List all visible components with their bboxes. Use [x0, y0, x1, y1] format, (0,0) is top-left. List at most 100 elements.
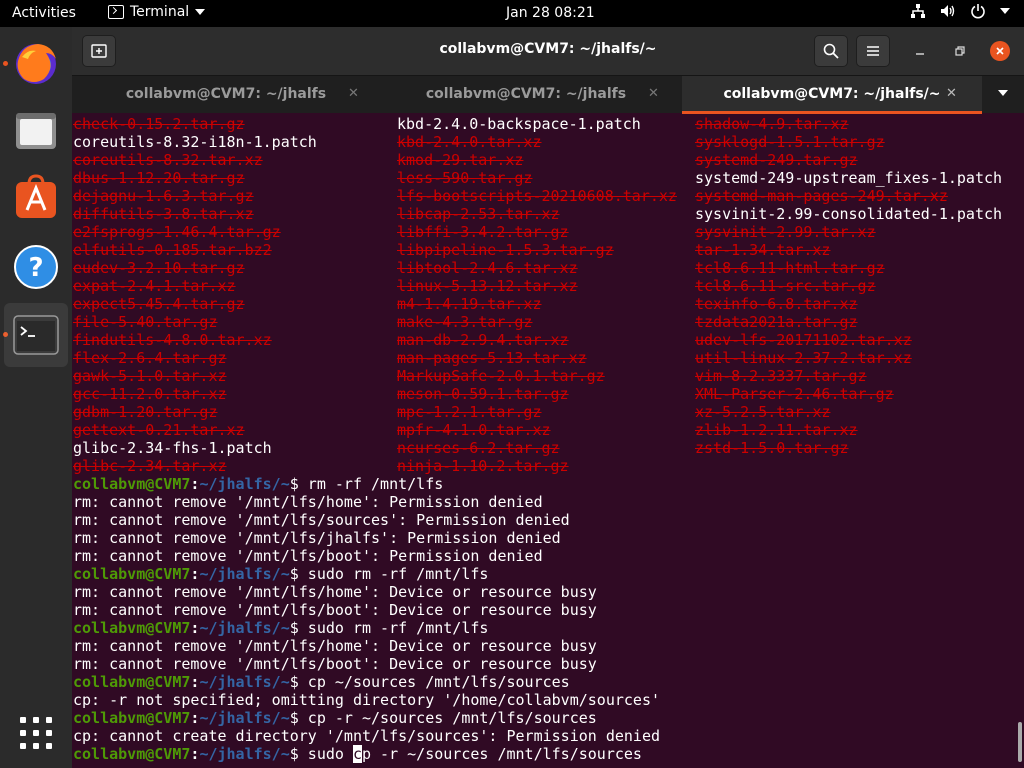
file-entry: zstd-1.5.0.tar.gz [695, 439, 849, 457]
file-entry: kbd-2.4.0-backspace-1.patch [397, 115, 641, 133]
text-cursor: c [352, 745, 362, 763]
dock-help[interactable]: ? [0, 235, 72, 299]
prompt-path: ~/jhalfs/~ [199, 745, 290, 763]
prompt-user: collabvm@CVM7 [73, 565, 191, 583]
network-icon [911, 4, 925, 18]
restore-icon [955, 46, 965, 56]
file-entry: sysvinit-2.99.tar.xz [695, 223, 876, 241]
header-bar[interactable]: collabvm@CVM7: ~/jhalfs/~ [72, 27, 1024, 75]
tab-3[interactable]: collabvm@CVM7: ~/jhalfs/~ ✕ [682, 76, 982, 114]
file-entry: ncurses-6.2.tar.gz [397, 439, 560, 457]
output-line: rm: cannot remove '/mnt/lfs/home': Devic… [73, 583, 597, 601]
file-entry: udev-lfs-20171102.tar.xz [695, 331, 912, 349]
tab-label: collabvm@CVM7: ~/jhalfs [125, 86, 327, 102]
file-entry: glibc-2.34.tar.xz [73, 457, 227, 475]
dock-software[interactable] [0, 165, 72, 229]
file-entry: e2fsprogs-1.46.4.tar.gz [73, 223, 281, 241]
power-icon [971, 4, 985, 19]
file-entry: kmod-29.tar.xz [397, 151, 524, 169]
tab-list-dropdown[interactable] [998, 90, 1008, 96]
file-entry: eudev-3.2.10.tar.gz [73, 259, 245, 277]
close-button[interactable] [990, 41, 1010, 61]
volume-icon [941, 5, 955, 17]
file-entry: file-5.40.tar.gz [73, 313, 218, 331]
file-entry: zlib-1.2.11.tar.xz [695, 421, 858, 439]
file-entry: shadow-4.9.tar.xz [695, 115, 849, 133]
file-entry: gettext-0.21.tar.xz [73, 421, 245, 439]
activities-button[interactable]: Activities [12, 5, 76, 21]
file-entry: ninja-1.10.2.tar.gz [397, 457, 569, 475]
command-text: rm -rf /mnt/lfs [298, 475, 444, 493]
file-entry: gdbm-1.20.tar.gz [73, 403, 218, 421]
prompt-user: collabvm@CVM7 [73, 745, 191, 763]
prompt-path: ~/jhalfs/~ [199, 565, 290, 583]
close-icon[interactable]: ✕ [348, 86, 359, 101]
app-menu[interactable]: Terminal [108, 4, 206, 20]
clock[interactable]: Jan 28 08:21 [506, 5, 595, 21]
file-entry: linux-5.13.12.tar.xz [397, 277, 578, 295]
search-button[interactable] [814, 35, 848, 67]
prompt-path: ~/jhalfs/~ [199, 709, 290, 727]
file-entry: findutils-4.8.0.tar.xz [73, 331, 272, 349]
file-entry: texinfo-6.8.tar.xz [695, 295, 858, 313]
tab-label: collabvm@CVM7: ~/jhalfs [425, 86, 627, 102]
output-line: rm: cannot remove '/mnt/lfs/boot': Devic… [73, 655, 597, 673]
maximize-button[interactable] [950, 41, 970, 61]
file-entry: diffutils-3.8.tar.xz [73, 205, 254, 223]
command-text: cp -r ~/sources /mnt/lfs/sources [298, 709, 597, 727]
top-bar: Activities Terminal Jan 28 08:21 [0, 0, 1024, 27]
minimize-button[interactable] [910, 41, 930, 61]
chevron-down-icon [1000, 8, 1010, 14]
show-applications-button[interactable] [0, 701, 72, 765]
tab-bar: collabvm@CVM7: ~/jhalfs ✕ collabvm@CVM7:… [72, 75, 1024, 114]
file-entry: libpipeline-1.5.3.tar.gz [397, 241, 614, 259]
prompt-line: collabvm@CVM7:~/jhalfs/~$ cp -r ~/source… [73, 709, 597, 727]
tab-1[interactable]: collabvm@CVM7: ~/jhalfs ✕ [76, 76, 376, 114]
command-text: sudo [298, 745, 353, 763]
prompt-line: collabvm@CVM7:~/jhalfs/~$ cp ~/sources /… [73, 673, 570, 691]
tab-label: collabvm@CVM7: ~/jhalfs/~ [723, 86, 941, 102]
file-entry: tzdata2021a.tar.gz [695, 313, 858, 331]
dock-firefox[interactable] [0, 31, 72, 95]
file-entry: sysvinit-2.99-consolidated-1.patch [695, 205, 1003, 223]
dock-terminal[interactable] [4, 303, 68, 367]
close-icon[interactable]: ✕ [648, 86, 659, 101]
terminal-output[interactable]: check-0.15.2.tar.gz coreutils-8.32-i18n-1… [72, 113, 1024, 768]
prompt-path: ~/jhalfs/~ [199, 619, 290, 637]
file-entry: man-pages-5.13.tar.xz [397, 349, 587, 367]
output-line: rm: cannot remove '/mnt/lfs/sources': Pe… [73, 511, 570, 529]
prompt-line: collabvm@CVM7:~/jhalfs/~$ sudo rm -rf /m… [73, 619, 489, 637]
output-line: cp: cannot create directory '/mnt/lfs/so… [73, 727, 660, 745]
tab-2[interactable]: collabvm@CVM7: ~/jhalfs ✕ [376, 76, 676, 114]
file-entry: coreutils-8.32.tar.xz [73, 151, 263, 169]
prompt-line: collabvm@CVM7:~/jhalfs/~$ sudo rm -rf /m… [73, 565, 489, 583]
file-entry: XML-Parser-2.46.tar.gz [695, 385, 894, 403]
close-icon[interactable]: ✕ [946, 86, 957, 101]
software-icon [16, 174, 56, 218]
firefox-icon [16, 44, 57, 84]
svg-text:?: ? [28, 253, 43, 283]
minimize-icon [916, 53, 924, 55]
hamburger-icon [867, 46, 879, 56]
output-line: rm: cannot remove '/mnt/lfs/jhalfs': Per… [73, 529, 561, 547]
file-entry: flex-2.6.4.tar.gz [73, 349, 227, 367]
close-icon [996, 47, 1004, 55]
file-entry: tcl8.6.11-src.tar.gz [695, 277, 876, 295]
command-text: cp ~/sources /mnt/lfs/sources [298, 673, 570, 691]
output-line: cp: -r not specified; omitting directory… [73, 691, 660, 709]
prompt-user: collabvm@CVM7 [73, 673, 191, 691]
file-entry: libcap-2.53.tar.xz [397, 205, 560, 223]
terminal-icon [13, 315, 59, 355]
menu-button[interactable] [856, 35, 890, 67]
file-entry: vim-8.2.3337.tar.gz [695, 367, 867, 385]
dock-files[interactable] [0, 99, 72, 163]
system-tray[interactable] [910, 3, 1010, 19]
scrollbar[interactable] [1018, 722, 1022, 762]
file-entry: tcl8.6.11-html.tar.gz [695, 259, 885, 277]
file-entry: meson-0.59.1.tar.gz [397, 385, 569, 403]
file-entry: dbus-1.12.20.tar.gz [73, 169, 245, 187]
files-icon [16, 113, 56, 149]
file-entry: kbd-2.4.0.tar.xz [397, 133, 542, 151]
file-entry: systemd-249.tar.gz [695, 151, 858, 169]
prompt-line: collabvm@CVM7:~/jhalfs/~$ rm -rf /mnt/lf… [73, 475, 444, 493]
